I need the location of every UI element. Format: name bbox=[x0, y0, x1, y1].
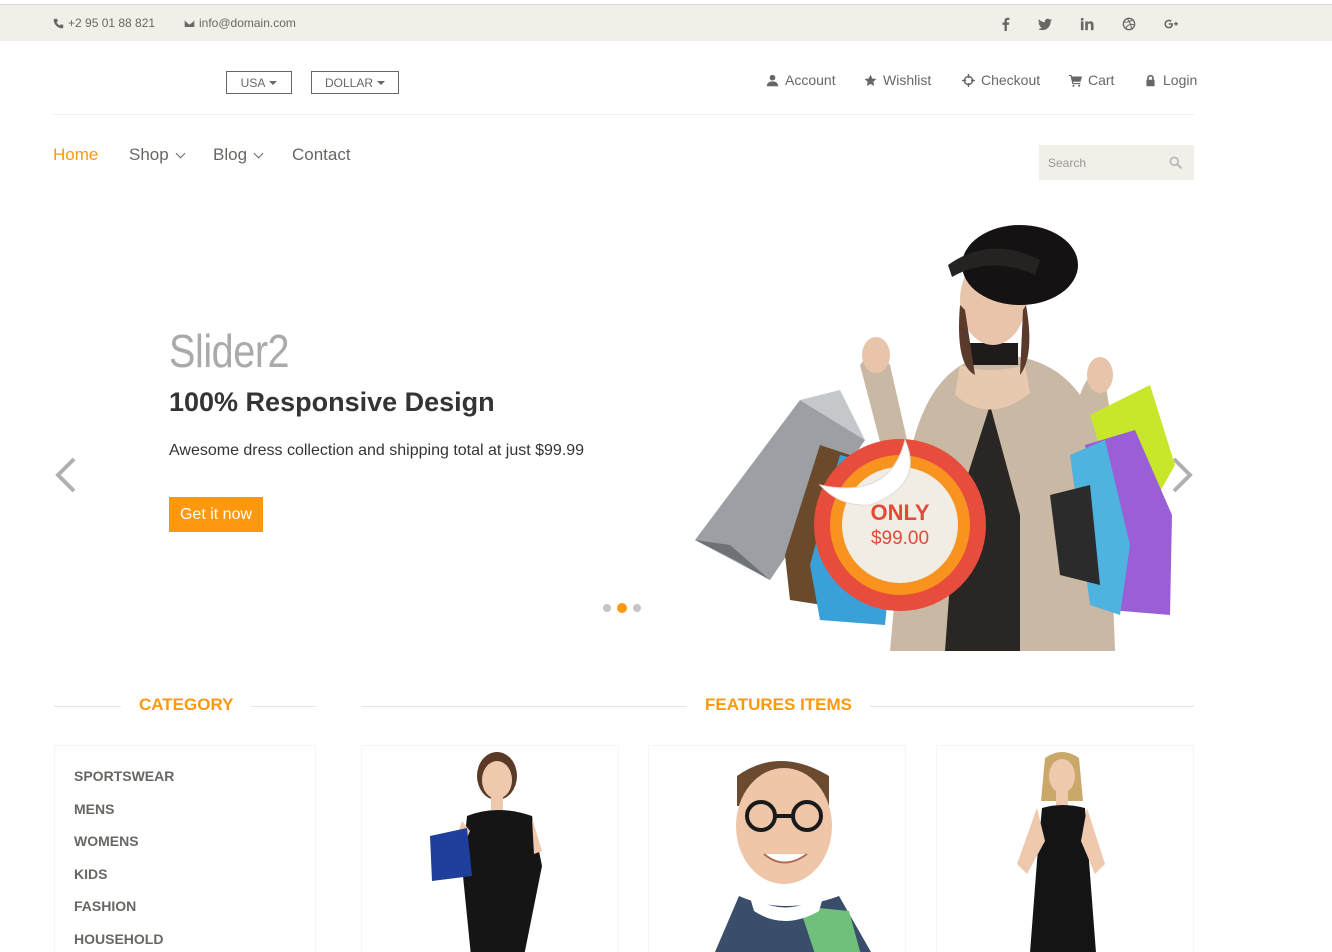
category-item-sportswear[interactable]: SPORTSWEAR bbox=[74, 768, 174, 784]
wishlist-label: Wishlist bbox=[883, 72, 932, 88]
nav-shop[interactable]: Shop bbox=[129, 145, 186, 165]
email-contact[interactable]: info@domain.com bbox=[184, 16, 296, 30]
lock-icon bbox=[1146, 74, 1155, 86]
hero-shopping-woman-image bbox=[695, 225, 1175, 651]
search-box bbox=[1039, 145, 1194, 180]
phone-contact: +2 95 01 88 821 bbox=[53, 16, 155, 30]
top-bar: +2 95 01 88 821 info@domain.com bbox=[0, 4, 1332, 41]
dribbble-icon[interactable] bbox=[1119, 14, 1139, 34]
slider-dot[interactable] bbox=[633, 604, 641, 612]
category-heading: CATEGORY bbox=[121, 695, 252, 715]
phone-icon bbox=[53, 18, 64, 28]
nav-blog[interactable]: Blog bbox=[213, 145, 264, 165]
shopping-cart-icon bbox=[1069, 74, 1082, 87]
chevron-down-icon bbox=[253, 148, 264, 158]
wishlist-link[interactable]: Wishlist bbox=[864, 72, 931, 88]
nav-home[interactable]: Home bbox=[53, 145, 98, 165]
phone-number: +2 95 01 88 821 bbox=[68, 16, 156, 30]
slide-title: Slider2 bbox=[169, 325, 290, 377]
product-card[interactable] bbox=[648, 745, 906, 952]
badge-only-label: ONLY bbox=[870, 500, 930, 525]
caret-down-icon bbox=[377, 80, 386, 85]
nav-shop-label: Shop bbox=[129, 145, 169, 164]
linkedin-icon[interactable] bbox=[1077, 14, 1097, 34]
google-plus-icon[interactable] bbox=[1161, 14, 1181, 34]
category-item-mens[interactable]: MENS bbox=[74, 801, 114, 817]
login-label: Login bbox=[1163, 72, 1198, 88]
product-card[interactable] bbox=[936, 745, 1194, 952]
nav-contact[interactable]: Contact bbox=[292, 145, 351, 165]
crosshairs-icon bbox=[962, 73, 975, 87]
user-icon bbox=[766, 74, 779, 86]
slide-subtitle: 100% Responsive Design bbox=[169, 387, 495, 417]
slider-dot-active[interactable] bbox=[617, 603, 627, 613]
country-value: USA bbox=[240, 75, 266, 90]
envelope-icon bbox=[184, 19, 195, 27]
account-link[interactable]: Account bbox=[766, 72, 836, 88]
search-input[interactable] bbox=[1039, 145, 1159, 180]
login-link[interactable]: Login bbox=[1144, 72, 1197, 88]
currency-value: DOLLAR bbox=[324, 75, 374, 90]
email-address: info@domain.com bbox=[199, 16, 296, 30]
product-card[interactable] bbox=[361, 745, 619, 952]
category-item-womens[interactable]: WOMENS bbox=[74, 833, 139, 849]
checkout-label: Checkout bbox=[981, 72, 1041, 88]
currency-dropdown[interactable]: DOLLAR bbox=[311, 71, 399, 94]
badge-price-label: $99.00 bbox=[870, 528, 930, 549]
slider-indicators bbox=[603, 603, 641, 613]
facebook-icon[interactable] bbox=[996, 14, 1016, 34]
twitter-icon[interactable] bbox=[1035, 14, 1055, 34]
country-dropdown[interactable]: USA bbox=[226, 71, 292, 94]
nav-blog-label: Blog bbox=[213, 145, 248, 164]
checkout-link[interactable]: Checkout bbox=[962, 72, 1040, 88]
cart-label: Cart bbox=[1088, 72, 1115, 88]
header-divider bbox=[53, 114, 1194, 115]
category-item-household[interactable]: HOUSEHOLD bbox=[74, 931, 163, 947]
nav-home-label: Home bbox=[53, 145, 99, 164]
slide-description: Awesome dress collection and shipping to… bbox=[169, 442, 585, 459]
star-icon bbox=[864, 74, 877, 86]
product-image-woman-black-dress bbox=[1017, 752, 1105, 952]
category-item-kids[interactable]: KIDS bbox=[74, 866, 107, 882]
chevron-down-icon bbox=[175, 148, 186, 158]
features-heading: FEATURES ITEMS bbox=[687, 695, 871, 715]
product-image-woman-with-bag bbox=[430, 752, 542, 952]
slider-prev-arrow-icon[interactable] bbox=[52, 456, 78, 494]
slider-dot[interactable] bbox=[603, 604, 611, 612]
category-item-fashion[interactable]: FASHION bbox=[74, 898, 136, 914]
account-label: Account bbox=[785, 72, 836, 88]
cart-link[interactable]: Cart bbox=[1069, 72, 1114, 88]
get-it-now-button[interactable]: Get it now bbox=[169, 497, 263, 532]
caret-down-icon bbox=[269, 80, 278, 85]
nav-contact-label: Contact bbox=[292, 145, 351, 164]
search-icon[interactable] bbox=[1169, 156, 1182, 169]
product-image-man-with-glasses bbox=[715, 761, 871, 952]
